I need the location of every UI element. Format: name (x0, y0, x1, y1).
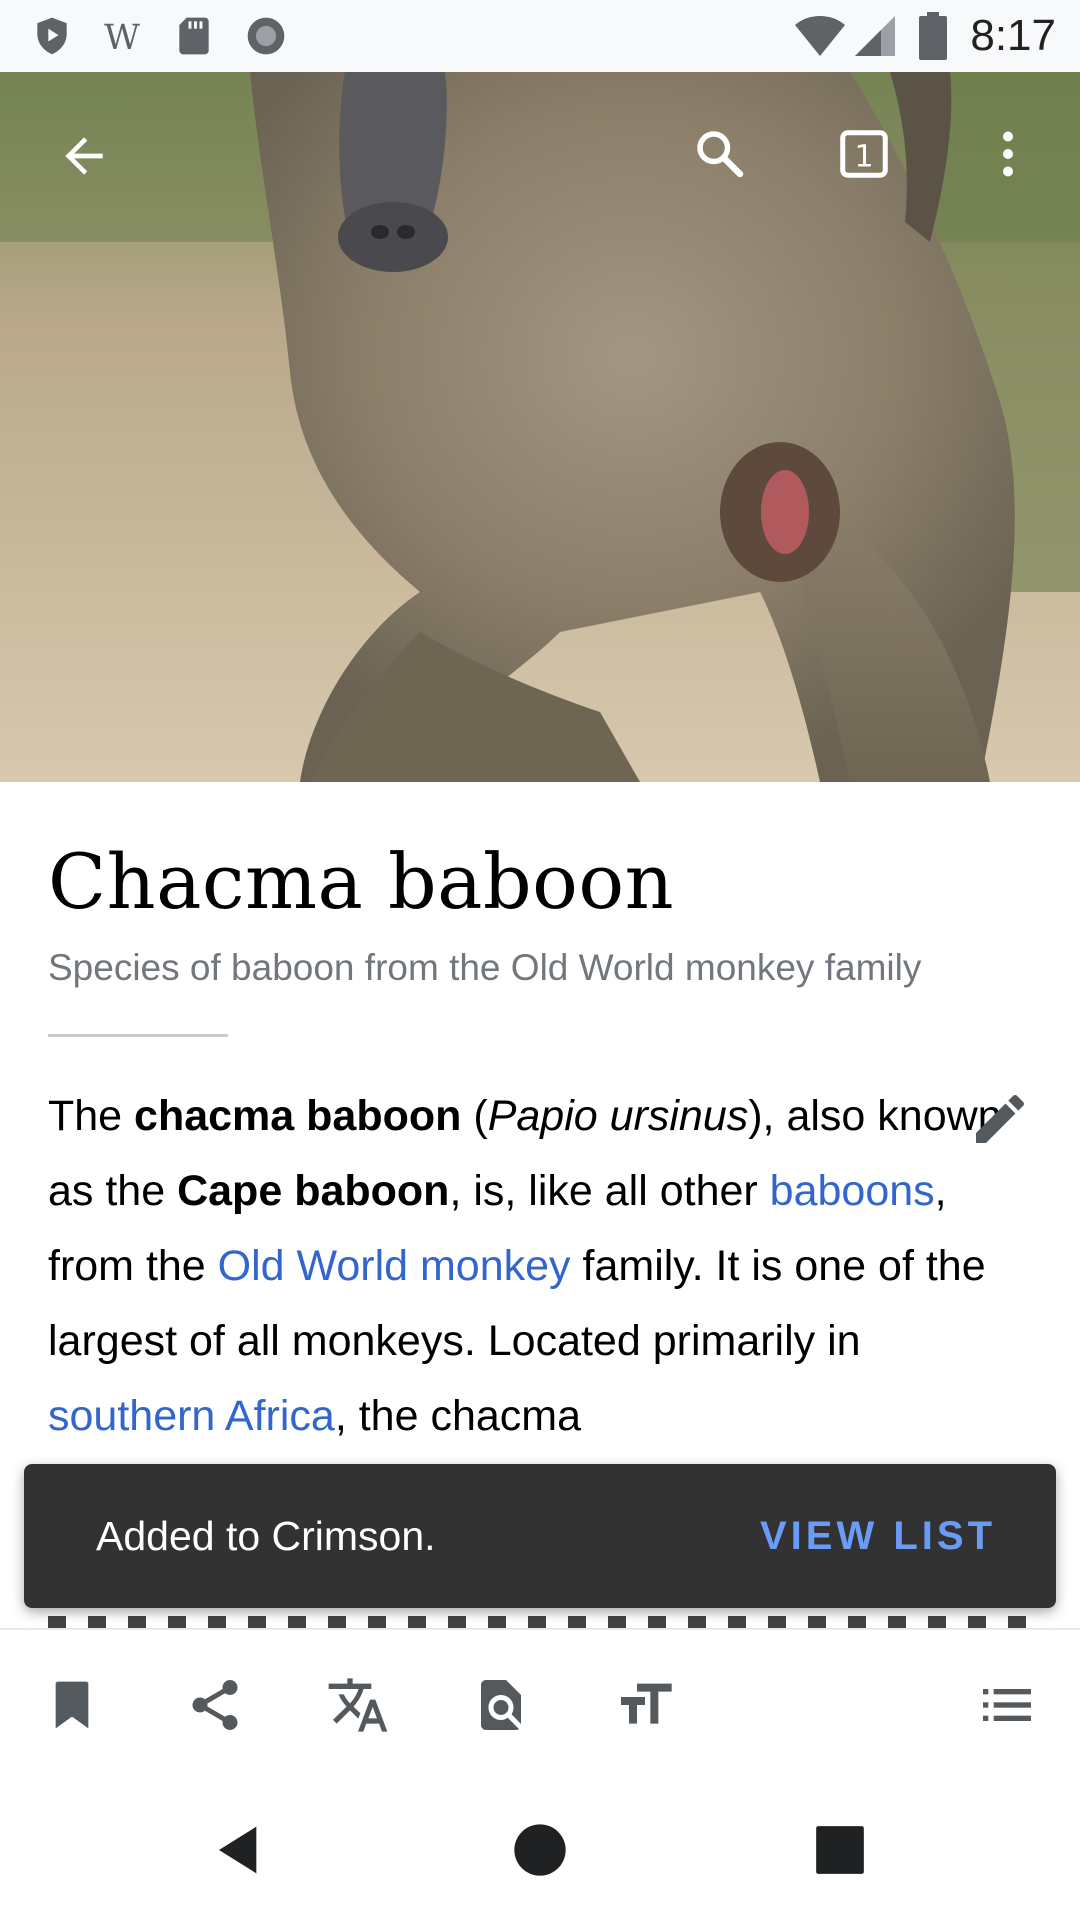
lead-text-1: The (48, 1092, 135, 1140)
lead-bold-1: chacma baboon (134, 1092, 462, 1140)
tabs-button[interactable]: 1 (816, 106, 912, 202)
table-of-contents-icon (983, 1689, 1031, 1721)
play-protect-icon (37, 17, 67, 55)
page-description: Species of baboon from the Old World mon… (48, 947, 922, 988)
status-time: 8:17 (970, 11, 1056, 60)
search-button[interactable] (672, 106, 768, 202)
lead-text-2: ( (461, 1092, 488, 1140)
article-lead-image[interactable]: 1 (0, 72, 1080, 782)
back-button[interactable] (36, 108, 132, 204)
status-bar: W 8:17 (0, 0, 1080, 72)
link-baboons[interactable]: baboons (770, 1167, 935, 1215)
share-button[interactable] (170, 1660, 260, 1750)
overflow-menu-button[interactable] (960, 106, 1056, 202)
wifi-icon (795, 16, 845, 56)
nav-recents-icon (816, 1826, 864, 1874)
share-icon (192, 1680, 238, 1730)
nav-home-icon (514, 1824, 566, 1876)
article-content: Chacma baboon Species of baboon from the… (48, 782, 1032, 1454)
view-list-button[interactable]: VIEW LIST (760, 1514, 996, 1559)
title-divider (48, 1034, 228, 1037)
svg-text:W: W (104, 18, 140, 58)
back-arrow-icon (65, 137, 103, 175)
signal-icon (855, 16, 895, 56)
lead-text: The chacma baboon (Papio ursinus), also … (48, 1079, 1032, 1454)
record-icon (247, 17, 285, 55)
translate-button[interactable] (313, 1660, 403, 1750)
battery-icon (919, 12, 947, 60)
table-of-contents-button[interactable] (962, 1660, 1052, 1750)
text-size-icon (621, 1683, 672, 1724)
edit-pencil-icon[interactable] (968, 1087, 1032, 1151)
text-size-button[interactable] (600, 1660, 690, 1750)
lead-italic-1: Papio ursinus (487, 1092, 749, 1140)
bookmark-button[interactable] (27, 1660, 117, 1750)
baboon-photo (0, 72, 1080, 782)
bookmark-icon (55, 1681, 89, 1729)
nav-back-icon (219, 1826, 257, 1874)
nav-back-button[interactable] (190, 1800, 290, 1900)
system-nav-bar (0, 1778, 1080, 1920)
snackbar-message: Added to Crimson. (96, 1512, 436, 1559)
link-old-world-monkey[interactable]: Old World monkey (218, 1242, 571, 1290)
lead-bold-2: Cape baboon (177, 1167, 450, 1215)
find-in-page-button[interactable] (456, 1660, 546, 1750)
find-in-page-icon (481, 1680, 521, 1730)
snackbar: Added to Crimson. VIEW LIST (24, 1464, 1056, 1608)
lead-paragraph: The chacma baboon (Papio ursinus), also … (48, 1079, 1032, 1454)
tab-count: 1 (854, 140, 873, 175)
nav-home-button[interactable] (490, 1800, 590, 1900)
sd-card-icon (179, 17, 209, 55)
wikipedia-icon: W (104, 18, 140, 58)
search-icon (697, 131, 744, 178)
tabs-icon: 1 (840, 130, 888, 178)
overflow-menu-icon (1003, 131, 1013, 177)
nav-recents-button[interactable] (790, 1800, 890, 1900)
lead-text-7: , the chacma (334, 1392, 582, 1440)
page-action-bar (0, 1628, 1080, 1778)
translate-icon (328, 1678, 388, 1732)
page-title: Chacma baboon (48, 837, 675, 926)
lead-text-4: , is, like all other (449, 1167, 770, 1215)
link-southern-africa[interactable]: southern Africa (48, 1392, 335, 1440)
